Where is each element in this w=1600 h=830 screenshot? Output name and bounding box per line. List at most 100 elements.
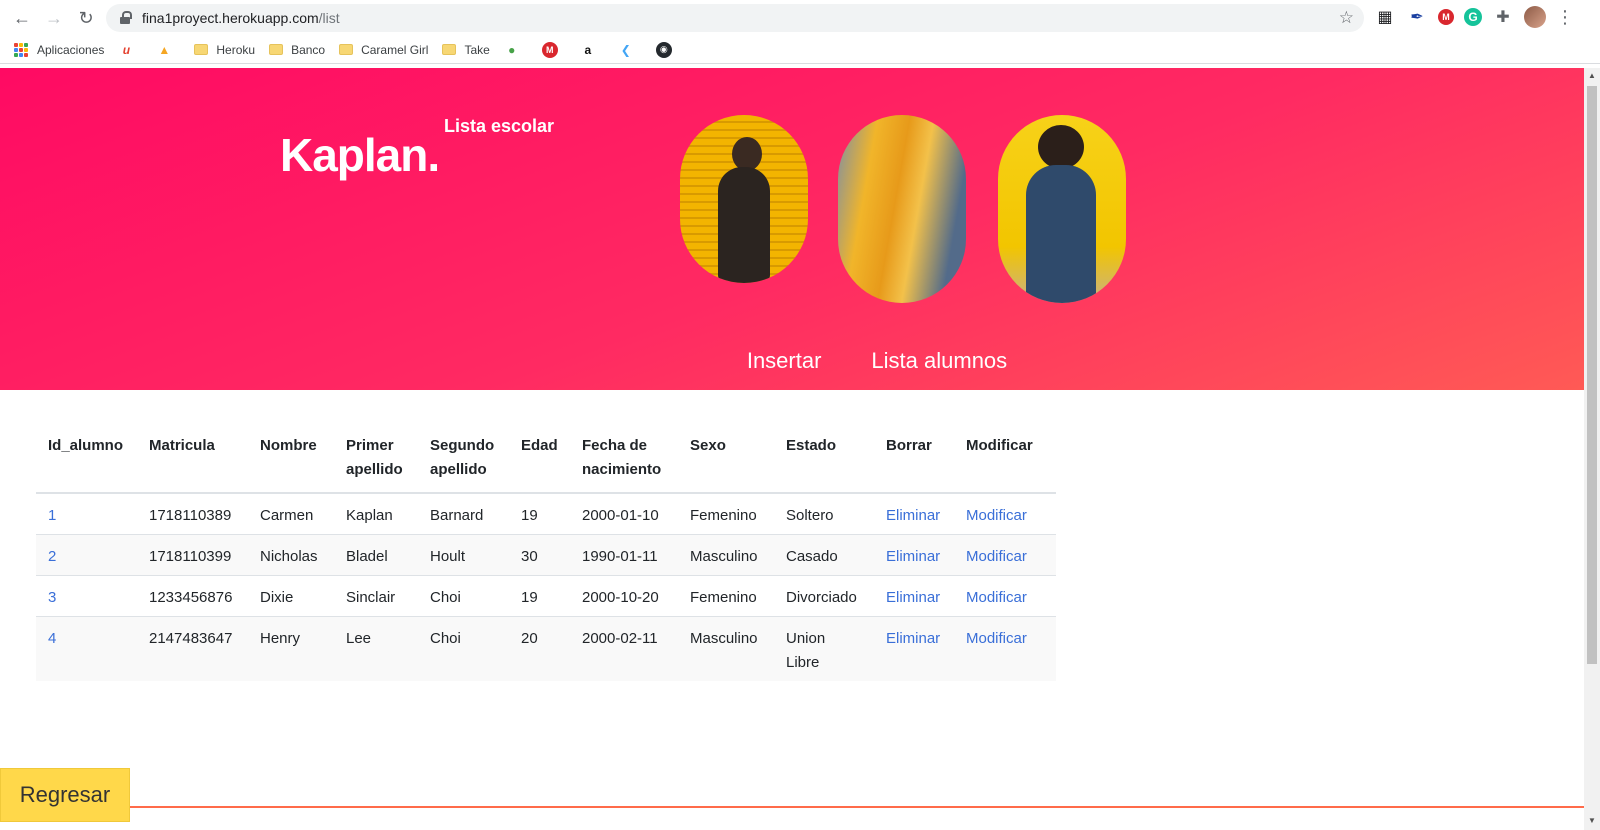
bookmarks-bar: Aplicaciones u ▲ Heroku Banco Caramel Gi… <box>0 36 1600 64</box>
bookmark-take[interactable]: Take <box>442 42 490 57</box>
cell-nombre: Nicholas <box>248 534 334 576</box>
bookmark-caramel-girl[interactable]: Caramel Girl <box>339 43 428 57</box>
modificar-link[interactable]: Modificar <box>966 630 1027 647</box>
scroll-up-arrow-icon[interactable]: ▲ <box>1588 71 1596 80</box>
cell-matricula: 1233456876 <box>137 575 248 617</box>
modificar-link[interactable]: Modificar <box>966 507 1027 524</box>
regresar-button[interactable]: Regresar <box>0 768 130 822</box>
th-segundo-apellido: Segundo apellido <box>418 430 509 494</box>
tagline: Lista escolar <box>444 116 555 136</box>
nav-insertar[interactable]: Insertar <box>747 348 822 374</box>
modificar-link[interactable]: Modificar <box>966 548 1027 565</box>
nav-lista-alumnos[interactable]: Lista alumnos <box>871 348 1007 374</box>
cell-estado: Casado <box>774 534 874 576</box>
bookmark-todoist[interactable]: u <box>118 42 142 58</box>
id-link[interactable]: 3 <box>48 589 56 606</box>
table-extension-icon[interactable]: ▦ <box>1374 6 1396 28</box>
eliminar-link[interactable]: Eliminar <box>886 589 940 606</box>
page-viewport: Kaplan. Lista escolar Insertar Lista alu… <box>0 68 1584 830</box>
cell-segundo-apellido: Choi <box>418 575 509 617</box>
table-row: 4 2147483647 Henry Lee Choi 20 2000-02-1… <box>36 616 1056 681</box>
mega-icon: M <box>541 41 558 58</box>
footer-divider <box>0 806 1584 808</box>
folder-icon <box>194 44 209 55</box>
cell-sexo: Masculino <box>678 616 774 681</box>
grammarly-icon[interactable]: G <box>1464 8 1482 26</box>
cell-edad: 30 <box>509 534 570 576</box>
modificar-link[interactable]: Modificar <box>966 589 1027 606</box>
th-modificar: Modificar <box>954 430 1056 494</box>
photo-head <box>1038 125 1084 169</box>
forward-arrow-icon[interactable]: → <box>38 0 70 36</box>
id-link[interactable]: 1 <box>48 507 56 524</box>
eliminar-link[interactable]: Eliminar <box>886 630 940 647</box>
page-scrollbar[interactable]: ▲ ▼ <box>1584 68 1600 830</box>
bookmark-github[interactable]: ◉ <box>655 41 680 58</box>
reload-icon[interactable]: ↻ <box>70 0 102 36</box>
th-fecha: Fecha de nacimiento <box>570 430 678 494</box>
students-table: Id_alumno Matricula Nombre Primer apelli… <box>36 430 1056 681</box>
th-primer-apellido: Primer apellido <box>334 430 418 494</box>
cell-edad: 19 <box>509 575 570 617</box>
cell-edad: 19 <box>509 493 570 535</box>
cell-matricula: 2147483647 <box>137 616 248 681</box>
brand-logo[interactable]: Kaplan. <box>280 128 440 182</box>
back-arrow-icon[interactable]: ← <box>6 0 38 36</box>
puzzle-extensions-icon[interactable]: ✚ <box>1492 6 1514 28</box>
th-borrar: Borrar <box>874 430 954 494</box>
cell-primer-apellido: Sinclair <box>334 575 418 617</box>
flutter-icon: ❮ <box>620 42 631 57</box>
address-bar[interactable]: fina1proyect.herokuapp.com/list ☆ <box>106 4 1364 32</box>
mongodb-icon: ● <box>508 42 516 57</box>
bookmark-label: Take <box>464 42 490 57</box>
bookmark-mega[interactable]: M <box>541 41 566 58</box>
cell-nombre: Carmen <box>248 493 334 535</box>
bookmark-star-icon[interactable]: ☆ <box>1339 8 1354 28</box>
cell-fecha: 2000-02-11 <box>570 616 678 681</box>
bookmark-label: Banco <box>291 42 326 57</box>
cell-matricula: 1718110389 <box>137 493 248 535</box>
table-header-row: Id_alumno Matricula Nombre Primer apelli… <box>36 430 1056 494</box>
bookmark-label: Heroku <box>216 42 256 57</box>
cell-fecha: 1990-01-11 <box>570 534 678 576</box>
firebase-icon: ▲ <box>158 42 171 57</box>
bookmark-apps[interactable]: Aplicaciones <box>14 42 105 57</box>
scroll-thumb[interactable] <box>1587 86 1597 664</box>
cell-sexo: Femenino <box>678 493 774 535</box>
eliminar-link[interactable]: Eliminar <box>886 548 940 565</box>
profile-avatar[interactable] <box>1524 6 1546 28</box>
browser-toolbar: ← → ↻ fina1proyect.herokuapp.com/list ☆ … <box>0 0 1600 36</box>
mega-extension-icon[interactable]: M <box>1438 9 1454 25</box>
bookmark-heroku[interactable]: Heroku <box>194 43 255 57</box>
id-link[interactable]: 4 <box>48 630 56 647</box>
cell-sexo: Masculino <box>678 534 774 576</box>
folder-icon <box>269 44 284 55</box>
cell-estado: Divorciado <box>774 575 874 617</box>
folder-icon <box>442 44 457 55</box>
chrome-menu-icon[interactable]: ⋮ <box>1556 7 1574 28</box>
scroll-down-arrow-icon[interactable]: ▼ <box>1588 816 1596 825</box>
github-icon: ◉ <box>655 41 672 58</box>
cell-segundo-apellido: Hoult <box>418 534 509 576</box>
bookmark-flutter[interactable]: ❮ <box>618 42 642 58</box>
folder-icon <box>339 44 354 55</box>
dropper-extension-icon[interactable]: ✒ <box>1406 6 1428 28</box>
cell-nombre: Henry <box>248 616 334 681</box>
url-host: fina1proyect.herokuapp.com <box>142 10 319 26</box>
eliminar-link[interactable]: Eliminar <box>886 507 940 524</box>
lock-icon <box>120 11 132 25</box>
table-row: 1 1718110389 Carmen Kaplan Barnard 19 20… <box>36 493 1056 535</box>
hero-photo-woman-crouching <box>998 115 1126 303</box>
apps-grid-icon <box>14 42 28 57</box>
id-link[interactable]: 2 <box>48 548 56 565</box>
bookmark-mongodb[interactable]: ● <box>504 42 528 58</box>
url-path: /list <box>318 10 340 26</box>
th-estado: Estado <box>774 430 874 494</box>
cell-edad: 20 <box>509 616 570 681</box>
hero-photo-woman-yellow-wall <box>680 115 808 283</box>
bookmark-label: Aplicaciones <box>37 42 105 57</box>
bookmark-banco[interactable]: Banco <box>269 43 325 57</box>
photo-head <box>732 137 762 171</box>
bookmark-firebase[interactable]: ▲ <box>156 42 180 58</box>
bookmark-amazon[interactable]: a <box>580 42 604 58</box>
